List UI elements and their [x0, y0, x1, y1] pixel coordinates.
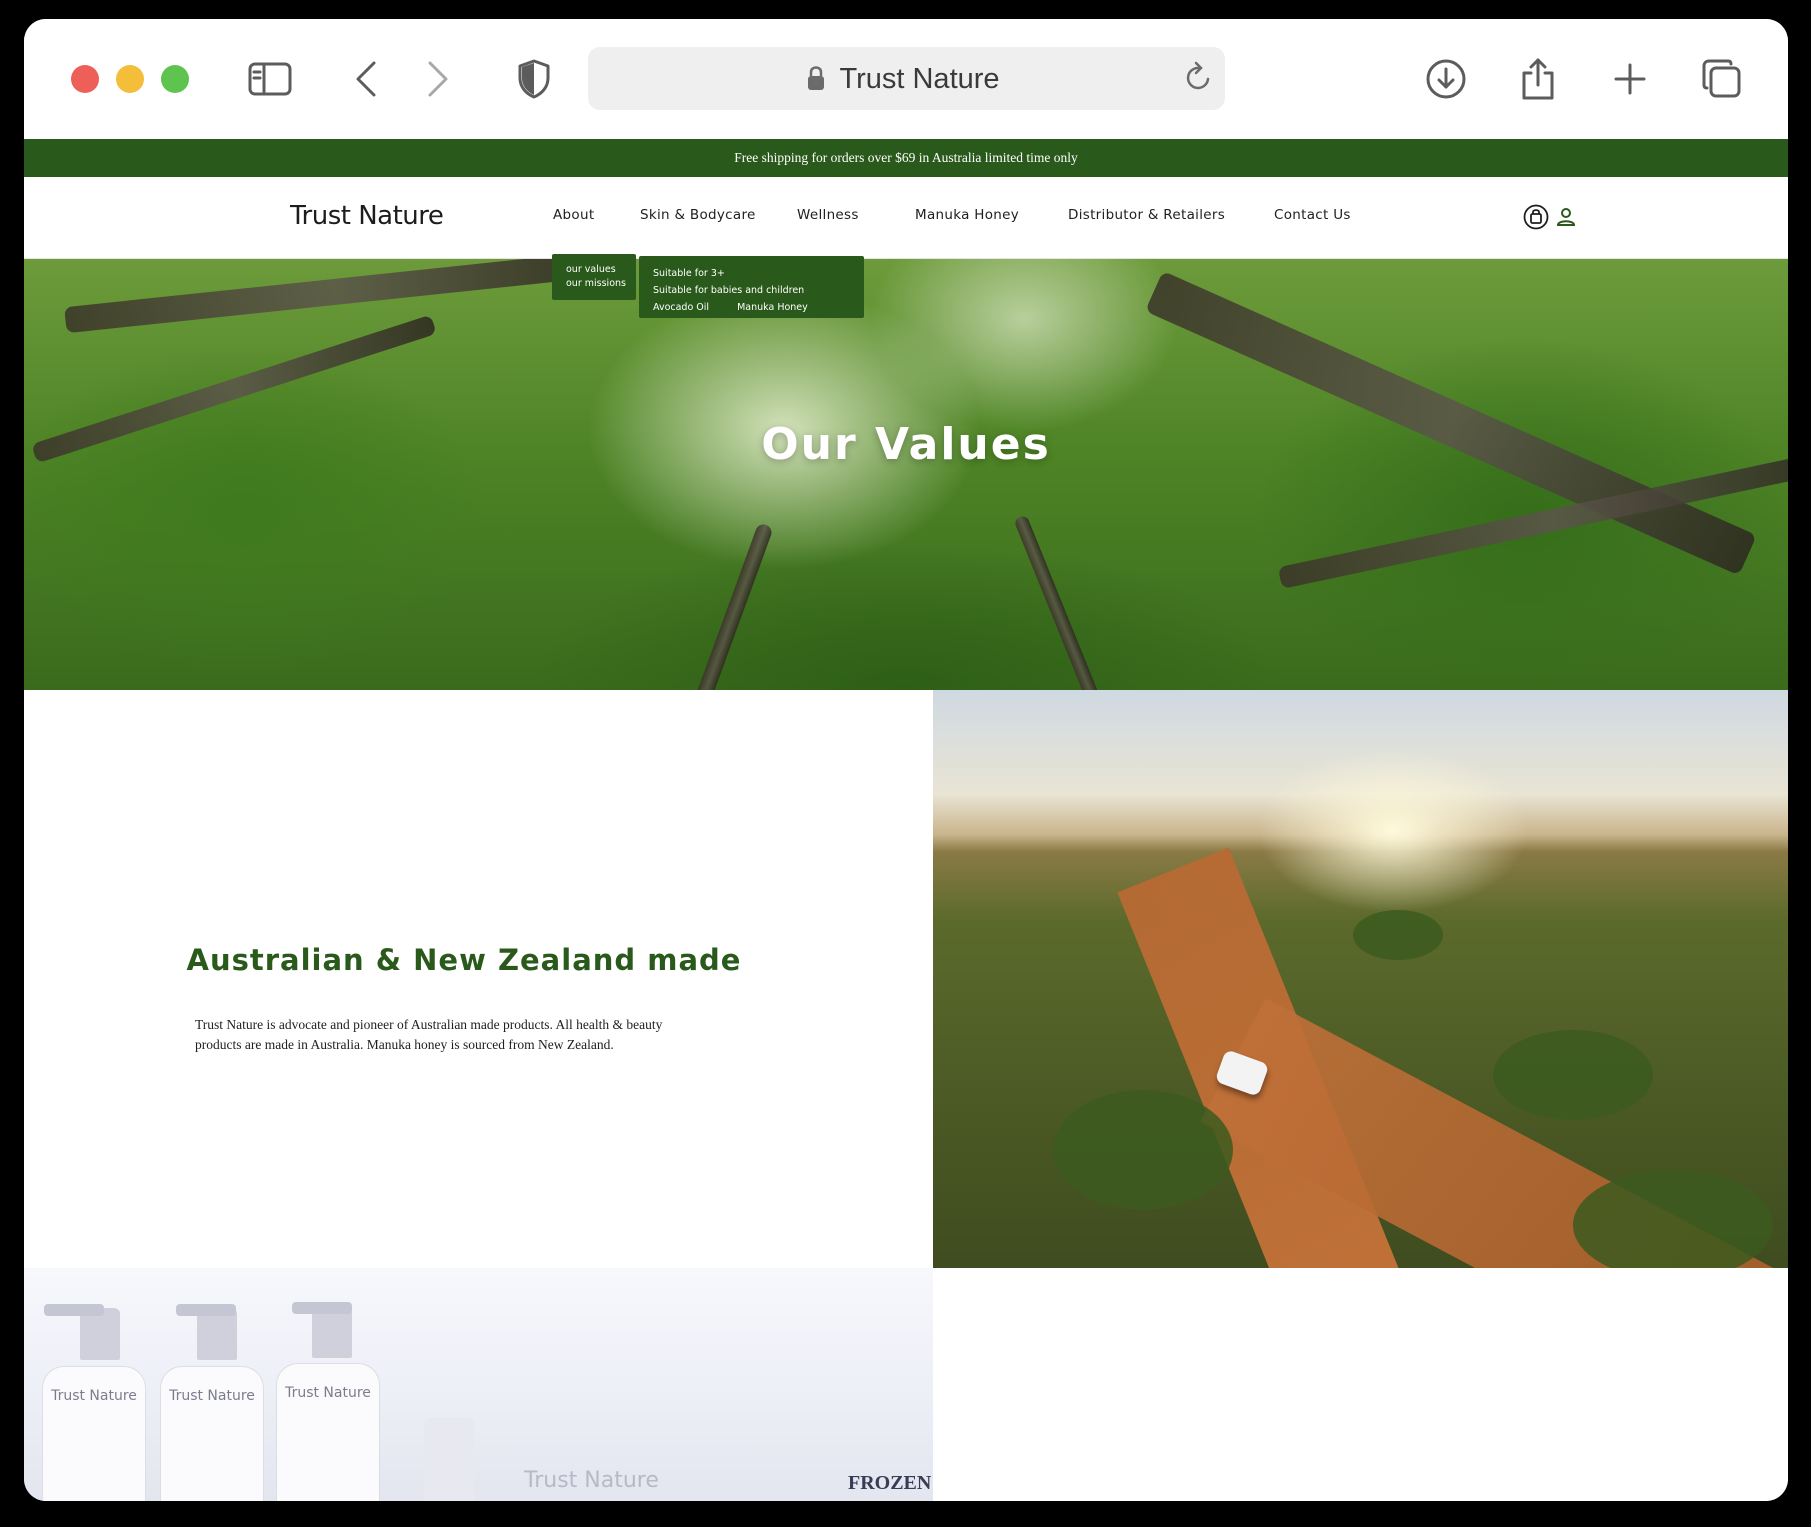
pump-decoration	[44, 1304, 104, 1316]
bush-decoration	[1053, 1090, 1233, 1210]
dropdown-item-suitable-3plus[interactable]: Suitable for 3+	[653, 268, 725, 279]
box-brand: Trust Nature	[524, 1468, 659, 1493]
product-bottle: Trust Nature	[276, 1363, 380, 1501]
box-title: FROZEN	[848, 1472, 932, 1494]
account-icon[interactable]	[1552, 203, 1580, 231]
skin-bodycare-dropdown: Suitable for 3+ Suitable for babies and …	[639, 256, 864, 318]
products-image: Trust Nature Trust Nature Trust Nature T…	[24, 1268, 933, 1501]
nav-wellness[interactable]: Wellness	[797, 207, 859, 223]
pump-decoration	[424, 1418, 474, 1501]
zoom-window-button[interactable]	[161, 65, 189, 93]
nav-distributor-retailers[interactable]: Distributor & Retailers	[1068, 207, 1225, 223]
tabs-icon[interactable]	[1698, 57, 1746, 101]
forward-icon[interactable]	[414, 57, 462, 101]
shield-icon[interactable]	[510, 57, 558, 101]
bottle-label: Trust Nature	[285, 1385, 371, 1401]
bottle-label: Trust Nature	[169, 1388, 255, 1404]
about-dropdown: our values our missions	[552, 254, 636, 300]
bottle-label: Trust Nature	[51, 1388, 137, 1404]
pump-decoration	[176, 1304, 236, 1316]
browser-window: Trust Nature Free shipping for orders ov…	[24, 19, 1788, 1501]
bush-decoration	[1493, 1030, 1653, 1120]
nav-manuka-honey[interactable]: Manuka Honey	[915, 207, 1019, 223]
made-section: Australian & New Zealand made Trust Natu…	[24, 690, 933, 1268]
back-icon[interactable]	[342, 57, 390, 101]
dropdown-item-avocado-oil[interactable]: Avocado Oil	[653, 302, 709, 313]
made-description: Trust Nature is advocate and pioneer of …	[195, 1017, 663, 1052]
pump-decoration	[292, 1302, 352, 1314]
bush-decoration	[1573, 1170, 1773, 1268]
promo-banner: Free shipping for orders over $69 in Aus…	[24, 139, 1788, 177]
outback-road-image	[933, 690, 1788, 1268]
blank-area	[933, 1268, 1788, 1501]
site-header: Trust Nature About Skin & Bodycare Welln…	[24, 177, 1788, 259]
hero-banner: Our Values	[24, 259, 1788, 690]
download-icon[interactable]	[1422, 57, 1470, 101]
address-bar[interactable]: Trust Nature	[588, 47, 1225, 110]
cart-icon[interactable]	[1522, 203, 1550, 231]
tree-trunk	[690, 522, 774, 690]
made-heading: Australian & New Zealand made	[186, 943, 742, 977]
bush-decoration	[1353, 910, 1443, 960]
nav-about[interactable]: About	[553, 207, 594, 223]
sidebar-icon[interactable]	[246, 57, 294, 101]
dropdown-item-our-values[interactable]: our values	[566, 263, 636, 277]
dropdown-item-manuka-honey[interactable]: Manuka Honey	[737, 302, 808, 313]
tree-trunk	[64, 259, 604, 334]
nav-contact-us[interactable]: Contact Us	[1274, 207, 1351, 223]
reload-icon[interactable]	[1183, 61, 1213, 98]
new-tab-icon[interactable]	[1606, 57, 1654, 101]
dropdown-item-our-missions[interactable]: our missions	[566, 277, 636, 291]
close-window-button[interactable]	[71, 65, 99, 93]
dropdown-item-babies-children[interactable]: Suitable for babies and children	[653, 285, 804, 296]
browser-toolbar: Trust Nature	[24, 19, 1788, 139]
share-icon[interactable]	[1514, 57, 1562, 101]
minimize-window-button[interactable]	[116, 65, 144, 93]
tree-trunk	[1013, 514, 1109, 690]
site-logo[interactable]: Trust Nature	[290, 201, 444, 231]
product-bottle: Trust Nature	[160, 1366, 264, 1501]
nav-skin-bodycare[interactable]: Skin & Bodycare	[640, 207, 756, 223]
address-title: Trust Nature	[839, 63, 1000, 95]
hero-title: Our Values	[761, 419, 1051, 470]
product-bottle: Trust Nature	[42, 1366, 146, 1501]
